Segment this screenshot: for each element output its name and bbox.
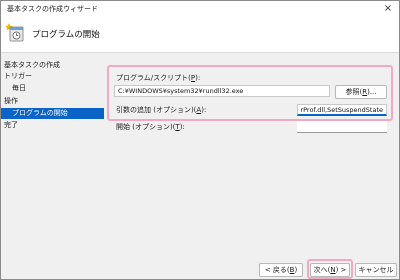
close-icon[interactable]: ×	[377, 1, 399, 17]
cancel-button[interactable]: キャンセル	[355, 263, 397, 277]
window-title: 基本タスクの作成ウィザード	[7, 5, 98, 13]
step-label: 基本タスクの作成	[4, 61, 60, 69]
start-in-input[interactable]	[297, 121, 387, 133]
browse-button[interactable]: 参照(R)...	[335, 85, 387, 99]
step-label: トリガー	[4, 72, 32, 80]
page-title: プログラムの開始	[32, 30, 100, 40]
arguments-label: 引数の追加 (オプション)(A):	[116, 106, 207, 114]
step-start-program[interactable]: プログラムの開始	[1, 108, 104, 119]
title-bar: 基本タスクの作成ウィザード ×	[1, 1, 399, 17]
step-label: プログラムの開始	[12, 109, 68, 117]
step-daily[interactable]: 毎日	[12, 83, 26, 94]
task-wizard-icon	[6, 23, 24, 42]
wizard-header: プログラムの開始	[1, 17, 399, 53]
start-in-label: 開始 (オプション)(T):	[116, 123, 185, 131]
step-label: 操作	[4, 97, 18, 105]
step-create-basic-task[interactable]: 基本タスクの作成	[4, 60, 60, 71]
step-trigger[interactable]: トリガー	[4, 71, 32, 82]
program-script-value: C:¥WINDOWS¥system32¥rundll32.exe	[118, 87, 244, 95]
step-finish[interactable]: 完了	[4, 120, 18, 131]
program-script-label: プログラム/スクリプト(P):	[116, 74, 201, 82]
wizard-steps: 基本タスクの作成 トリガー 毎日 操作 プログラムの開始 完了	[1, 59, 105, 159]
back-button[interactable]: < 戻る(B)	[259, 263, 303, 277]
arguments-value: rProf.dll,SetSuspendState	[300, 106, 383, 114]
program-script-input[interactable]: C:¥WINDOWS¥system32¥rundll32.exe	[114, 85, 330, 97]
arguments-input[interactable]: rProf.dll,SetSuspendState	[297, 104, 387, 116]
step-label: 毎日	[12, 84, 26, 92]
next-button[interactable]: 次へ(N) >	[310, 263, 350, 277]
wizard-window: 基本タスクの作成ウィザード × プログラムの開始 基本タスクの作成 トリガー 毎…	[0, 0, 400, 280]
step-action[interactable]: 操作	[4, 96, 18, 107]
step-label: 完了	[4, 121, 18, 129]
